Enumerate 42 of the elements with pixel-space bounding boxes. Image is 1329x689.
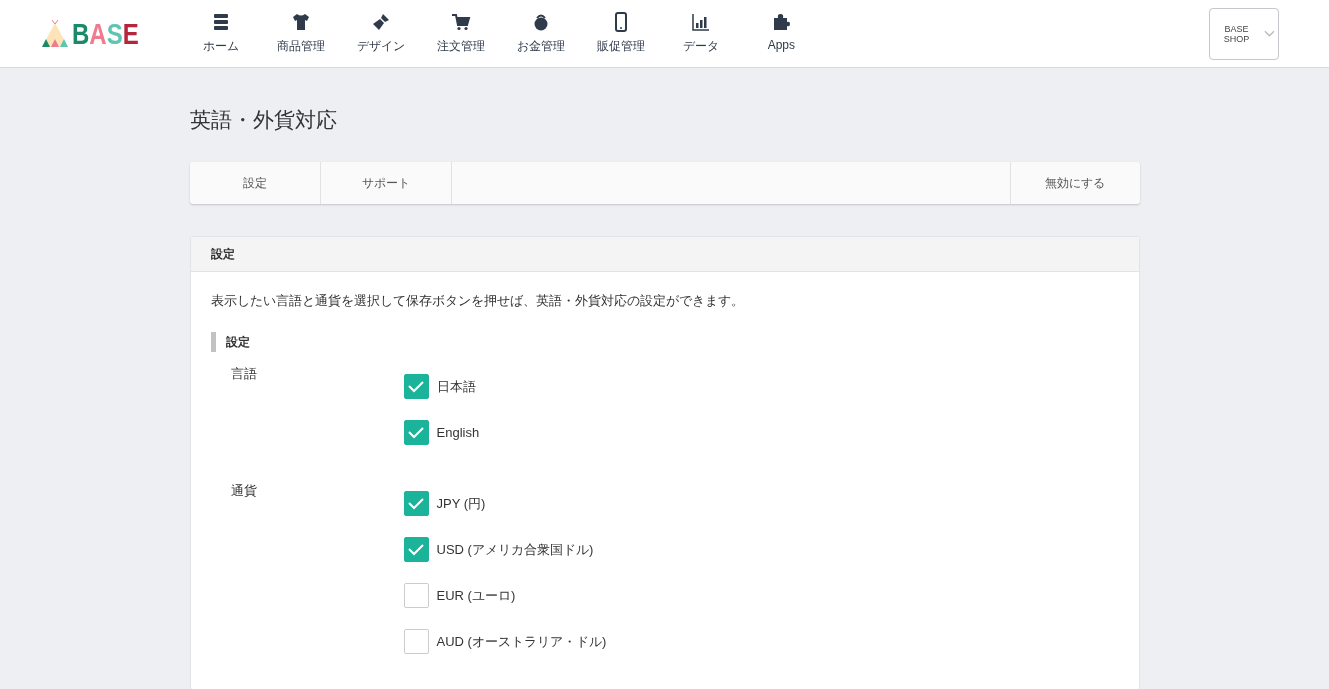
- nav-item[interactable]: データ: [661, 12, 742, 55]
- nav-item[interactable]: デザイン: [341, 12, 422, 55]
- check-icon: [408, 380, 424, 393]
- card-title: 設定: [190, 237, 1139, 272]
- disable-button[interactable]: 無効にする: [1009, 162, 1140, 204]
- check-icon: [408, 497, 424, 510]
- nav-item[interactable]: ホーム: [181, 12, 262, 55]
- checkbox-label: English: [436, 425, 480, 440]
- page-title: 英語・外貨対応: [189, 107, 338, 133]
- chevron-icon: [1264, 29, 1275, 38]
- section-heading: 設定: [210, 332, 1119, 352]
- puzzle-icon: [771, 12, 792, 32]
- checkbox-label: EUR (ユーロ): [436, 586, 516, 605]
- field-label: 通貨: [230, 482, 257, 498]
- checkbox[interactable]: [403, 537, 429, 562]
- check-icon: [408, 543, 424, 556]
- cart-icon: [451, 12, 472, 32]
- nav-item[interactable]: 商品管理: [261, 12, 342, 55]
- field-label: 言語: [230, 365, 257, 381]
- checkbox-label: JPY (円): [436, 494, 486, 513]
- shirt-icon: [291, 12, 312, 32]
- check-icon: [408, 426, 424, 439]
- shop-dropdown[interactable]: BASE SHOP: [1209, 7, 1279, 60]
- bar-chart-icon: [691, 12, 712, 32]
- checkbox[interactable]: [403, 629, 429, 654]
- brush-icon: [371, 12, 392, 32]
- nav-item[interactable]: 販促管理: [581, 12, 662, 55]
- logo-text: BASE: [72, 18, 139, 49]
- checkbox[interactable]: [403, 583, 429, 608]
- checkbox[interactable]: [403, 420, 429, 445]
- checkbox-label: AUD (オーストラリア・ドル): [436, 632, 607, 651]
- nav-item[interactable]: Apps: [741, 12, 822, 55]
- nav-item[interactable]: お金管理: [501, 12, 582, 55]
- checkbox[interactable]: [403, 491, 429, 516]
- checkbox-label: USD (アメリカ合衆国ドル): [436, 540, 594, 559]
- tent-icon: [40, 18, 70, 49]
- description: 表示したい言語と通貨を選択して保存ボタンを押せば、英語・外貨対応の設定ができます。: [210, 292, 745, 310]
- checkbox-label: 日本語: [436, 377, 476, 396]
- checkbox[interactable]: [403, 374, 429, 399]
- tab[interactable]: 設定: [189, 162, 321, 204]
- nav-item[interactable]: 注文管理: [421, 12, 502, 55]
- tab[interactable]: サポート: [320, 162, 452, 204]
